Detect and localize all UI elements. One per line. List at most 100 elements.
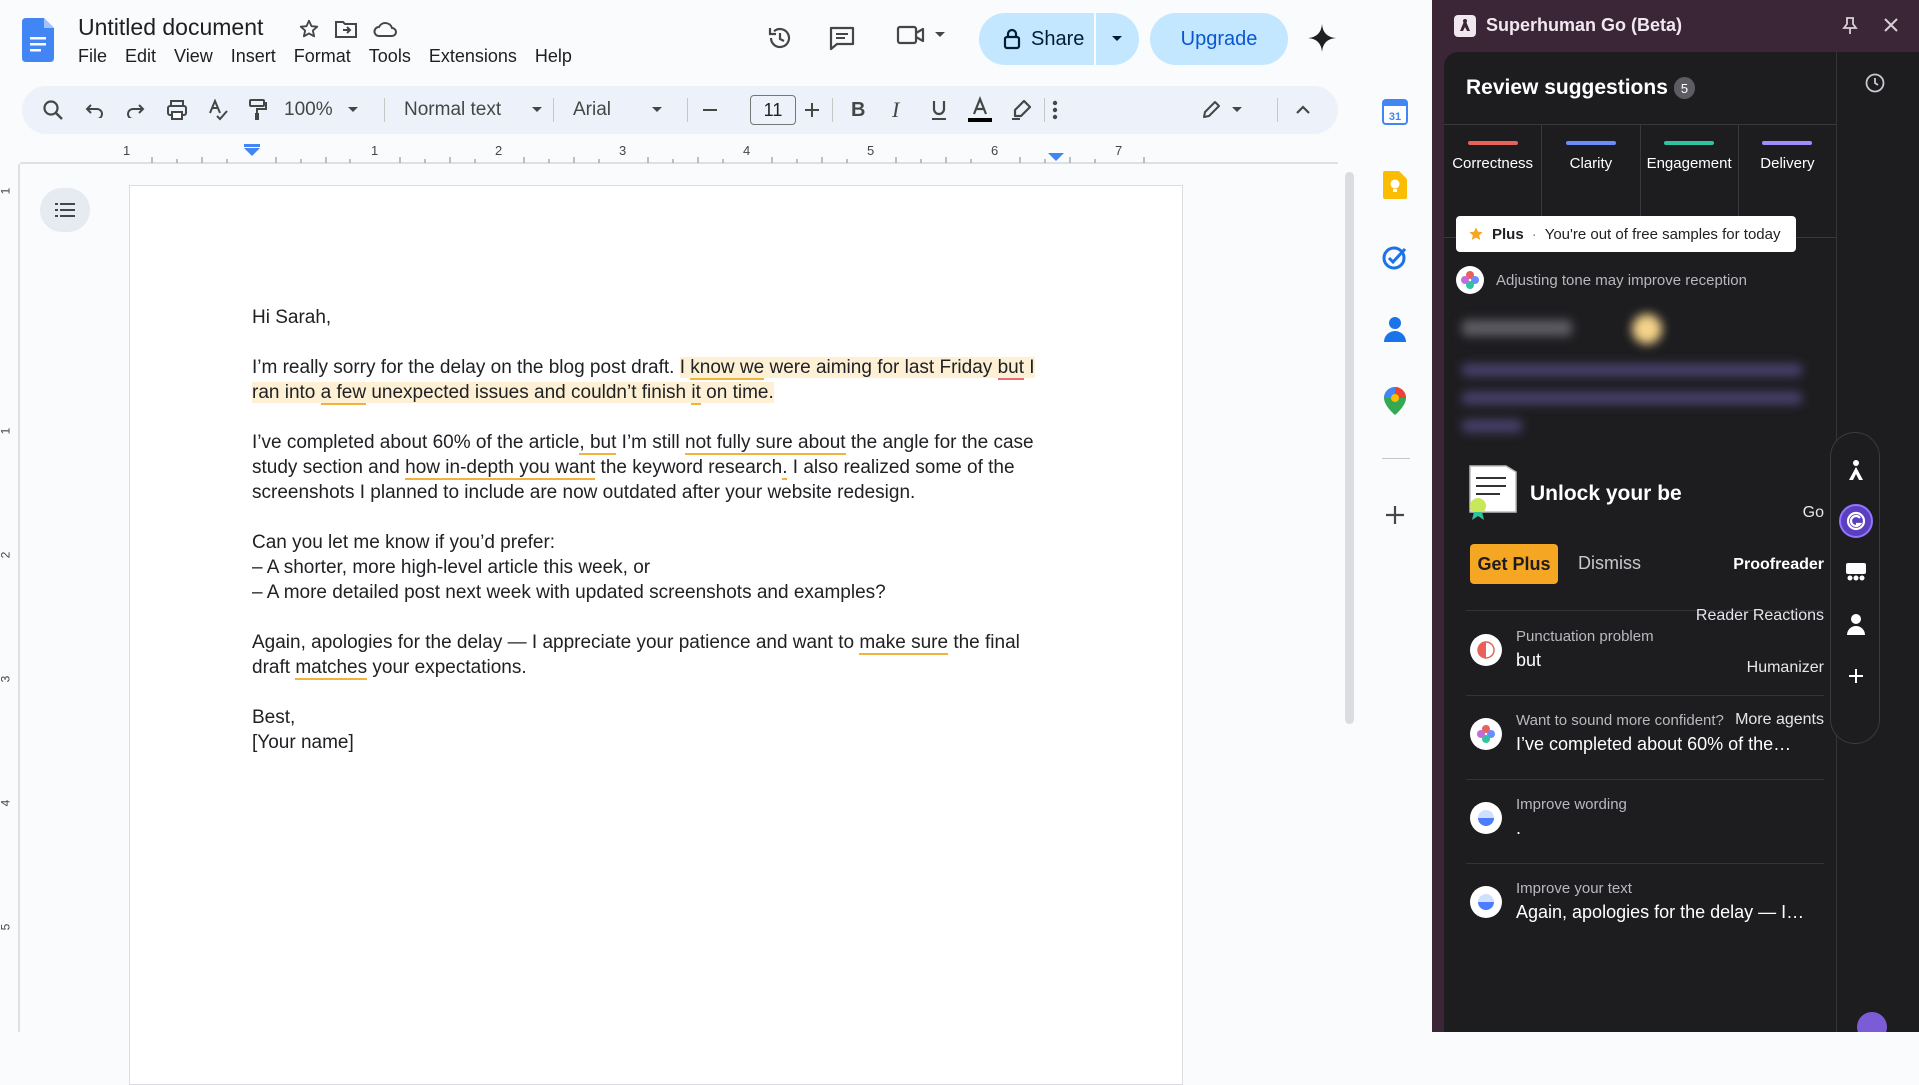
menu-view[interactable]: View: [174, 46, 222, 67]
comments-icon[interactable]: [822, 18, 862, 58]
contacts-icon[interactable]: [1380, 314, 1410, 344]
ruler-number: 4: [743, 143, 751, 158]
clarity-icon: [1470, 802, 1502, 834]
assistant-avatar[interactable]: [1857, 1012, 1887, 1032]
docs-logo-icon[interactable]: [22, 18, 54, 62]
print-icon[interactable]: [166, 86, 188, 134]
humanizer-icon[interactable]: [1839, 607, 1873, 641]
meet-button[interactable]: [896, 24, 946, 46]
paragraph-1: I’m really sorry for the delay on the bl…: [252, 357, 1035, 405]
menu-tools[interactable]: Tools: [369, 46, 420, 67]
zoom-value: 100%: [284, 99, 333, 120]
suggestion-underline: how in-depth you want: [405, 457, 596, 480]
reader-reactions-icon[interactable]: [1839, 555, 1873, 589]
go-agent-icon[interactable]: [1839, 453, 1873, 487]
text-color-icon[interactable]: [968, 86, 992, 134]
italic-icon[interactable]: I: [892, 86, 899, 134]
version-history-icon[interactable]: [760, 18, 800, 58]
ruler-number: 1: [123, 143, 131, 158]
suggestion-type: Improve your text: [1516, 880, 1632, 897]
menu-insert[interactable]: Insert: [231, 46, 285, 67]
document-title[interactable]: Untitled document: [78, 14, 263, 41]
history-icon[interactable]: [1864, 72, 1886, 94]
gemini-sparkle-icon[interactable]: [1306, 22, 1338, 54]
more-agents-plus-icon[interactable]: [1839, 659, 1873, 693]
suggestion-underline: it: [691, 382, 701, 405]
tasks-icon[interactable]: [1380, 242, 1410, 272]
paint-format-icon[interactable]: [248, 86, 268, 134]
vertical-ruler: 1 1 2 3 4 5: [0, 164, 20, 1032]
decrease-font-size-icon[interactable]: [702, 86, 718, 134]
maps-icon[interactable]: [1380, 386, 1410, 416]
agent-proofreader[interactable]: Proofreader: [1733, 556, 1824, 574]
greeting-paragraph: Hi Sarah,: [252, 307, 332, 328]
zoom-select[interactable]: 100%: [284, 86, 359, 134]
spellcheck-icon[interactable]: [207, 86, 229, 134]
suggestion-card[interactable]: Improve your text Again, apologies for t…: [1466, 864, 1824, 948]
document-body[interactable]: Hi Sarah, I’m really sorry for the delay…: [252, 305, 1052, 780]
menu-help[interactable]: Help: [535, 46, 581, 67]
chevron-down-icon: [651, 106, 663, 114]
proofreader-agent-icon[interactable]: [1839, 504, 1873, 538]
menu-edit[interactable]: Edit: [125, 46, 165, 67]
star-icon[interactable]: [298, 18, 320, 40]
upgrade-button[interactable]: Upgrade: [1150, 13, 1288, 65]
suggestion-underline: make sure: [859, 632, 949, 655]
agent-reader-reactions[interactable]: Reader Reactions: [1696, 607, 1824, 625]
plus-samples-notice[interactable]: Plus · You're out of free samples for to…: [1456, 216, 1796, 252]
suggestion-underline: matches: [295, 657, 368, 680]
formatting-toolbar: 100% Normal text Arial 11 B I: [22, 86, 1338, 134]
dismiss-button[interactable]: Dismiss: [1578, 553, 1641, 574]
suggestion-text: Again, apologies for the delay — I…: [1516, 902, 1805, 922]
search-menus-icon[interactable]: [42, 86, 64, 134]
menu-extensions[interactable]: Extensions: [429, 46, 526, 67]
cloud-saved-icon[interactable]: [372, 19, 398, 39]
agent-go[interactable]: Go: [1803, 504, 1824, 522]
suggestion-type: Punctuation problem: [1516, 628, 1654, 645]
document-outline-button[interactable]: [40, 188, 90, 232]
font-size-input[interactable]: 11: [750, 95, 796, 125]
redo-icon[interactable]: [125, 86, 145, 134]
menu-file[interactable]: File: [78, 46, 116, 67]
ruler-number: 6: [991, 143, 999, 158]
add-app-plus-icon[interactable]: [1380, 500, 1410, 530]
underline-icon[interactable]: [930, 86, 948, 134]
share-options-button[interactable]: [1096, 13, 1138, 65]
move-folder-icon[interactable]: [334, 18, 358, 40]
agent-more[interactable]: More agents: [1735, 711, 1824, 729]
more-options-icon[interactable]: [1052, 86, 1058, 134]
bold-icon[interactable]: B: [851, 86, 865, 134]
certificate-icon: [1466, 462, 1520, 520]
share-button[interactable]: Share: [979, 13, 1096, 65]
tone-hint: Adjusting tone may improve reception: [1456, 266, 1747, 294]
video-camera-icon: [896, 24, 926, 46]
closing-paragraph: Best, [Your name]: [252, 707, 354, 753]
lock-icon: [1003, 28, 1021, 50]
agent-humanizer[interactable]: Humanizer: [1747, 659, 1824, 677]
paragraph-style-select[interactable]: Normal text: [404, 86, 543, 134]
keep-icon[interactable]: [1380, 170, 1410, 200]
font-family-select[interactable]: Arial: [573, 86, 663, 134]
horizontal-ruler: 1 1 2 3 4 5 6 7: [0, 142, 1348, 164]
ruler-number: 3: [619, 143, 627, 158]
blurred-preview: [1462, 312, 1822, 442]
hide-menus-chevron-up-icon[interactable]: [1295, 86, 1311, 134]
suggestion-card[interactable]: Improve wording .: [1466, 780, 1824, 864]
vertical-scrollbar[interactable]: [1345, 172, 1354, 724]
ruler-number: 7: [1115, 143, 1123, 158]
suggestion-type: Improve wording: [1516, 796, 1627, 813]
pin-icon[interactable]: [1842, 17, 1858, 35]
agents-rail: [1830, 432, 1880, 744]
get-plus-button[interactable]: Get Plus: [1470, 544, 1558, 584]
close-icon[interactable]: [1884, 18, 1898, 32]
highlight-color-icon[interactable]: [1010, 86, 1032, 134]
menu-format[interactable]: Format: [294, 46, 360, 67]
calendar-icon[interactable]: 31: [1380, 97, 1410, 127]
panel-body: Review suggestions 5 Correctness Clarity…: [1444, 52, 1919, 1032]
increase-font-size-icon[interactable]: [804, 86, 820, 134]
paragraph-4: Again, apologies for the delay — I appre…: [252, 632, 1020, 680]
undo-icon[interactable]: [85, 86, 105, 134]
superhuman-logo-icon: [1454, 15, 1476, 37]
editing-mode-select[interactable]: [1201, 86, 1243, 134]
paragraph-2: I’ve completed about 60% of the article,…: [252, 432, 1034, 503]
